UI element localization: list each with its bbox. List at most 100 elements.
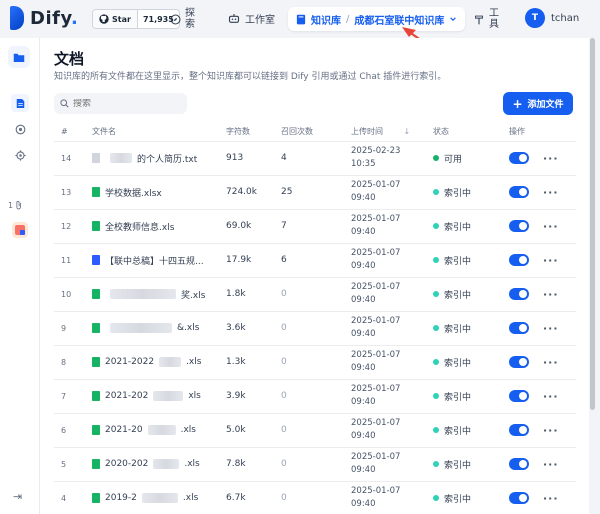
status-dot-icon (433, 257, 439, 263)
status-cell: 索引中 (431, 345, 507, 380)
table-row[interactable]: 5 2020-202 .xls 7.8k 0 2025-01-07 09:40 索引… (54, 447, 576, 482)
nav-tools-label: 工具 (489, 8, 499, 30)
plus-icon: + (512, 96, 523, 111)
redacted-text (159, 357, 182, 367)
nav-explore[interactable]: 探索 (170, 8, 199, 30)
more-options-icon[interactable]: ··· (543, 152, 559, 165)
github-icon (99, 14, 109, 24)
status-cell: 索引中 (431, 243, 507, 278)
table-row[interactable]: 7 2021-202 xls 3.9k 0 2025-01-07 09:40 索引中… (54, 379, 576, 414)
enable-toggle[interactable] (509, 356, 529, 368)
user-menu[interactable]: T tchan (525, 8, 579, 28)
table-row[interactable]: 8 2021-2022 .xls 1.3k 0 2025-01-07 09:40 索… (54, 345, 576, 380)
upload-date: 2025-02-23 (351, 146, 401, 156)
enable-toggle[interactable] (509, 254, 529, 266)
enable-toggle[interactable] (509, 152, 529, 164)
row-index: 5 (54, 447, 90, 482)
enable-toggle[interactable] (509, 424, 529, 436)
status-cell: 索引中 (431, 209, 507, 244)
rail-documents[interactable] (11, 94, 29, 112)
enable-toggle[interactable] (509, 220, 529, 232)
table-row[interactable]: 13 学校数据.xlsx 724.0k 25 2025-01-07 09:40 索… (54, 175, 576, 210)
row-index: 4 (54, 481, 90, 514)
dify-logo[interactable]: Dify. (10, 6, 78, 30)
sort-arrow-icon[interactable]: ↓ (404, 127, 411, 136)
row-index: 11 (54, 243, 90, 278)
file-name-suffix: .xls (182, 493, 199, 503)
upload-date: 2025-01-07 (351, 180, 401, 190)
rail-app-avatar[interactable] (12, 222, 28, 238)
file-name-prefix: 2021-202 (105, 391, 149, 401)
scrollbar[interactable] (589, 38, 596, 514)
more-options-icon[interactable]: ··· (543, 254, 559, 267)
table-row[interactable]: 14 的个人简历.txt 913 4 2025-02-23 10:35 可用 ··… (54, 141, 576, 176)
file-name-cell[interactable]: 2020-202 .xls (90, 447, 224, 482)
rail-settings[interactable] (11, 146, 29, 164)
more-options-icon[interactable]: ··· (543, 322, 559, 335)
table-row[interactable]: 9 &.xls 3.6k 0 2025-01-07 09:40 索引中 ··· (54, 311, 576, 346)
more-options-icon[interactable]: ··· (543, 492, 559, 505)
add-file-button[interactable]: + 添加文件 (503, 92, 573, 115)
avatar[interactable]: T (525, 8, 545, 28)
file-name-cell[interactable]: 全校教师信息.xls (90, 209, 224, 244)
enable-toggle[interactable] (509, 322, 529, 334)
more-options-icon[interactable]: ··· (543, 288, 559, 301)
table-row[interactable]: 10 奖.xls 1.8k 0 2025-01-07 09:40 索引中 ··· (54, 277, 576, 312)
collapse-sidebar-icon[interactable]: ⇥ (13, 490, 22, 503)
file-name-cell[interactable]: 2021-2022 .xls (90, 345, 224, 380)
excel-file-icon (92, 187, 100, 197)
upload-time: 2025-01-07 09:40 (349, 243, 431, 278)
file-name-cell[interactable]: 奖.xls (90, 277, 224, 312)
enable-toggle[interactable] (509, 288, 529, 300)
status-cell: 索引中 (431, 175, 507, 210)
nav-studio[interactable]: 工作室 (228, 11, 275, 26)
upload-date: 2025-01-07 (351, 384, 401, 394)
app-name-suffix: . (71, 7, 79, 29)
table-row[interactable]: 12 全校教师信息.xls 69.0k 7 2025-01-07 09:40 索引… (54, 209, 576, 244)
scrollbar-thumb[interactable] (590, 38, 595, 410)
nav-explore-label: 探索 (185, 8, 195, 30)
file-name-cell[interactable]: 2019-2 .xls (90, 481, 224, 514)
file-name-cell[interactable]: 【联中总稿】十四五规... (90, 243, 224, 278)
file-name-cell[interactable]: 2021-20 .xls (90, 413, 224, 448)
rail-hit-testing[interactable] (11, 120, 29, 138)
file-name-suffix: .xls (184, 459, 200, 469)
dify-logo-mark (10, 6, 24, 30)
file-name-cell[interactable]: &.xls (90, 311, 224, 346)
table-row[interactable]: 6 2021-20 .xls 5.0k 0 2025-01-07 09:40 索引中… (54, 413, 576, 448)
upload-time: 2025-02-23 10:35 (349, 141, 431, 176)
more-options-icon[interactable]: ··· (543, 424, 559, 437)
more-options-icon[interactable]: ··· (543, 186, 559, 199)
rail-dataset-icon[interactable] (8, 46, 30, 68)
enable-toggle[interactable] (509, 492, 529, 504)
col-uploaded[interactable]: 上传时间 ↓ (349, 123, 431, 142)
upload-date: 2025-01-07 (351, 214, 401, 224)
more-options-icon[interactable]: ··· (543, 458, 559, 471)
status-dot-icon (433, 291, 439, 297)
more-options-icon[interactable]: ··· (543, 220, 559, 233)
search-box[interactable] (54, 93, 187, 114)
status-cell: 索引中 (431, 481, 507, 514)
char-count: 6.7k (224, 481, 279, 514)
more-options-icon[interactable]: ··· (543, 356, 559, 369)
more-options-icon[interactable]: ··· (543, 390, 559, 403)
rail-related-apps[interactable]: 1 (8, 200, 23, 210)
status-cell: 索引中 (431, 379, 507, 414)
github-star-widget[interactable]: Star 71,935 (92, 9, 180, 29)
table-row[interactable]: 4 2019-2 .xls 6.7k 0 2025-01-07 09:40 索引中 … (54, 481, 576, 514)
file-name-cell[interactable]: 学校数据.xlsx (90, 175, 224, 210)
upload-clock: 10:35 (351, 159, 376, 169)
nav-tools[interactable]: 工具 (474, 8, 499, 30)
search-input[interactable] (73, 98, 173, 109)
table-row[interactable]: 11 【联中总稿】十四五规... 17.9k 6 2025-01-07 09:40… (54, 243, 576, 278)
status-dot-icon (433, 427, 439, 433)
chevron-down-icon[interactable] (449, 15, 457, 23)
status-badge: 索引中 (444, 460, 472, 471)
enable-toggle[interactable] (509, 458, 529, 470)
file-name-cell[interactable]: 2021-202 xls (90, 379, 224, 414)
enable-toggle[interactable] (509, 186, 529, 198)
file-name-cell[interactable]: 的个人简历.txt (90, 141, 224, 176)
enable-toggle[interactable] (509, 390, 529, 402)
compass-icon (170, 14, 181, 24)
nav-studio-label: 工作室 (245, 15, 275, 26)
